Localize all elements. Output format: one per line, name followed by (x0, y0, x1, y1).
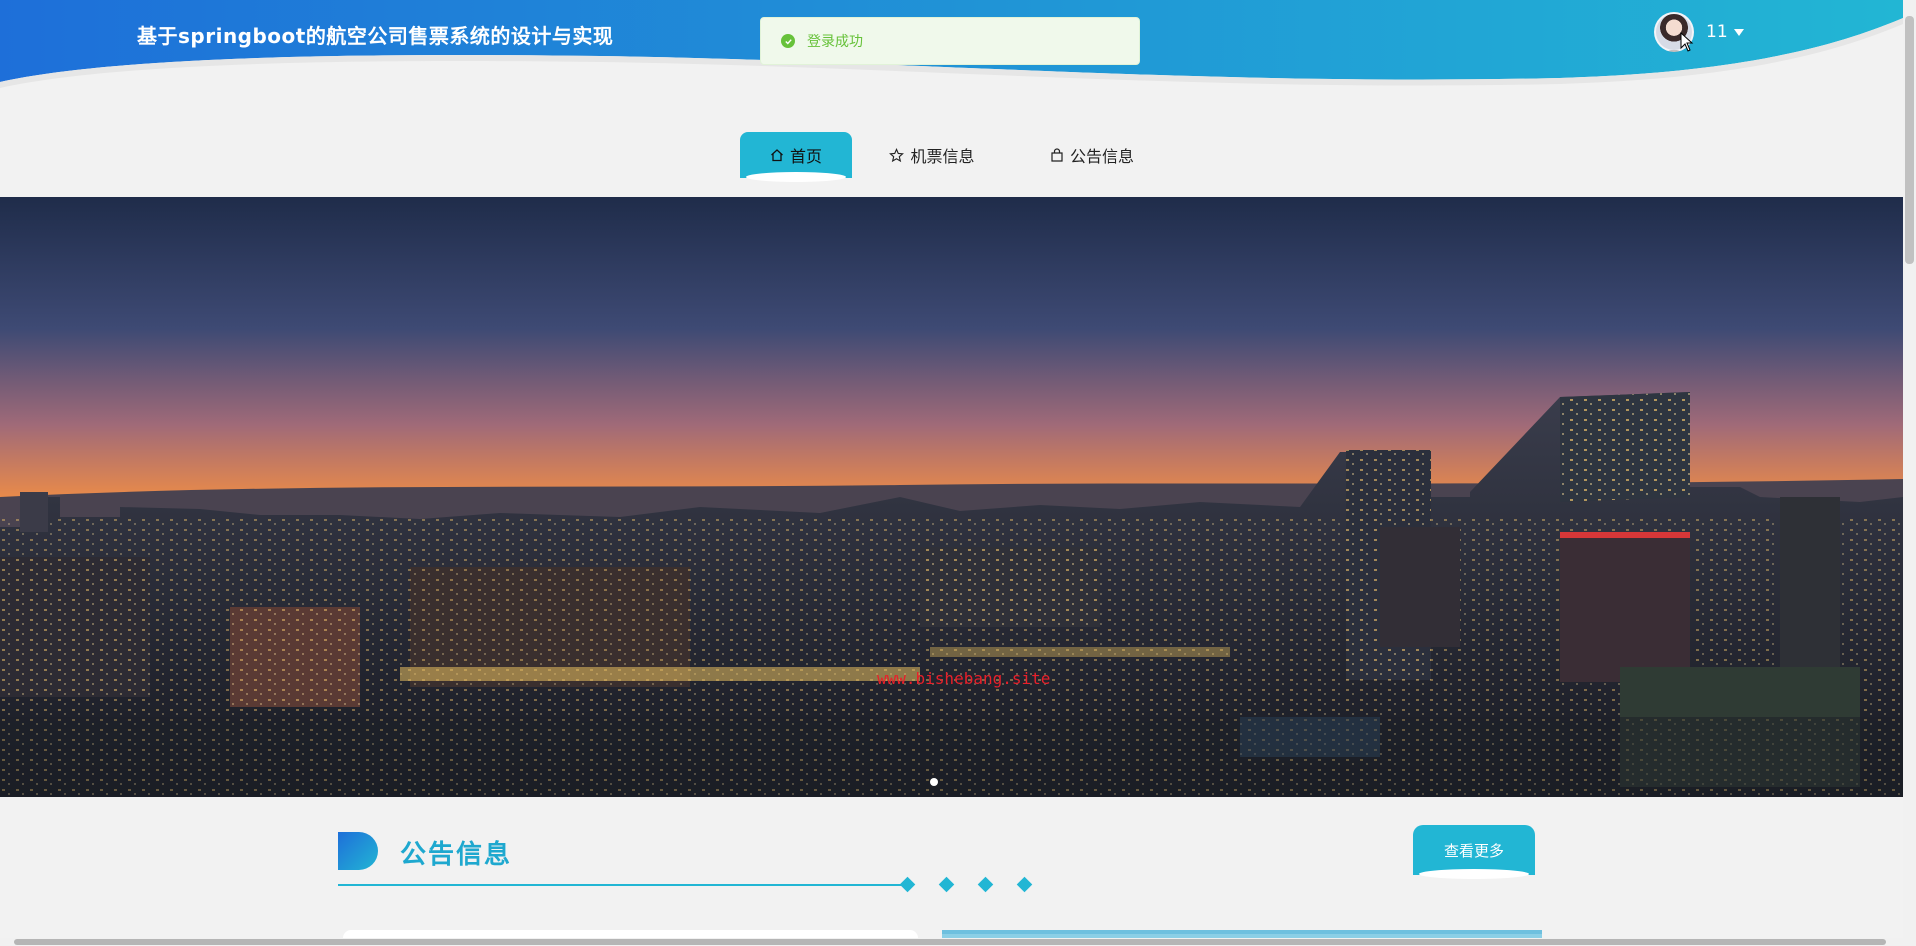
hero-carousel[interactable]: www.bishebang.site (0, 197, 1903, 797)
nav-item-tickets[interactable]: 机票信息 (852, 132, 1012, 178)
nav-item-home[interactable]: 首页 (740, 132, 852, 182)
mouse-cursor-icon (1680, 32, 1694, 52)
section-underline (338, 884, 906, 886)
horizontal-scrollbar-thumb[interactable] (14, 939, 1886, 945)
vertical-scrollbar-thumb[interactable] (1905, 16, 1914, 264)
nav-item-label: 首页 (789, 147, 822, 166)
nav-item-label: 机票信息 (910, 147, 975, 166)
section-badge-icon (338, 832, 378, 870)
user-name-label: 11 (1706, 22, 1728, 42)
carousel-indicator-dot[interactable] (930, 778, 938, 786)
caret-down-icon (1733, 28, 1744, 36)
success-toast: 登录成功 (760, 17, 1140, 65)
bag-icon (1051, 148, 1063, 162)
vertical-scrollbar[interactable] (1903, 0, 1916, 946)
nav-item-notices[interactable]: 公告信息 (1012, 132, 1172, 178)
diamond-icon (938, 876, 955, 893)
check-circle-icon (781, 34, 795, 48)
home-icon (771, 149, 783, 162)
watermark-text: www.bishebang.site (877, 669, 1051, 688)
diamond-icon (899, 876, 916, 893)
user-menu[interactable]: 11 (1654, 12, 1744, 52)
nav-item-label: 公告信息 (1069, 147, 1134, 166)
toast-message: 登录成功 (807, 34, 863, 50)
notice-section-header: 公告信息 (338, 830, 1038, 893)
city-skyline-image (0, 197, 1903, 797)
horizontal-scrollbar[interactable] (0, 938, 1903, 946)
diamond-icon (1016, 876, 1033, 893)
section-title: 公告信息 (400, 840, 513, 870)
diamond-icon (977, 876, 994, 893)
star-icon (889, 147, 905, 162)
view-more-button[interactable]: 查看更多 (1413, 825, 1535, 879)
main-nav: 首页 机票信息 公告信息 (740, 132, 1172, 182)
site-title: 基于springboot的航空公司售票系统的设计与实现 (137, 24, 614, 48)
user-name-dropdown[interactable]: 11 (1706, 22, 1744, 42)
